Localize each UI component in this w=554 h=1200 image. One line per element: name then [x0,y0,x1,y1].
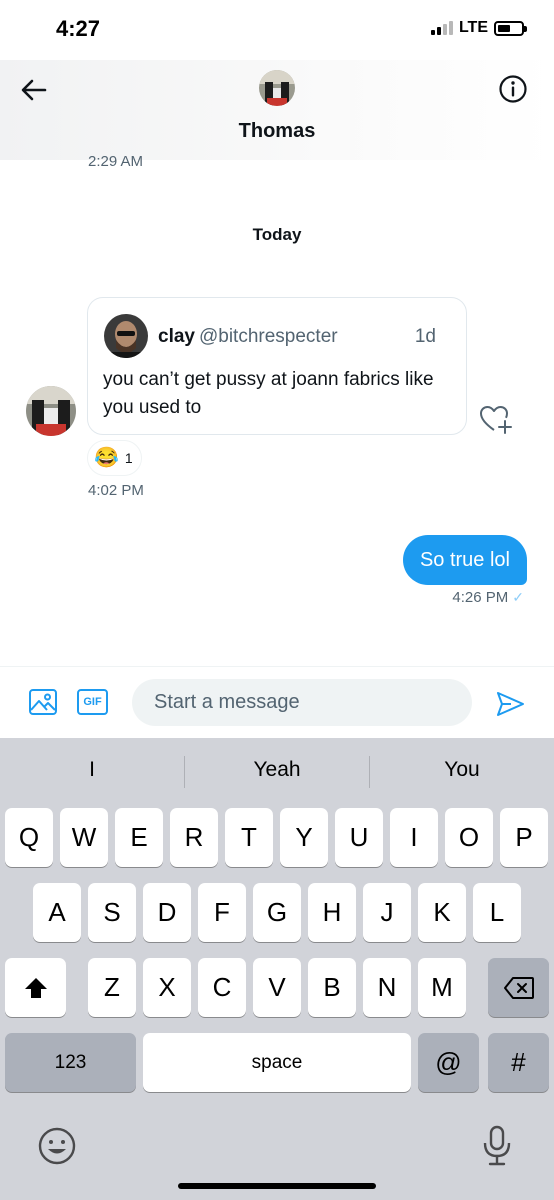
microphone-icon [483,1125,511,1166]
signal-icon [430,21,453,35]
tweet-author: clay @bitchrespecter [158,326,338,348]
key-c[interactable]: C [198,958,246,1017]
key-m[interactable]: M [418,958,466,1017]
suggestion-1[interactable]: I [0,758,184,782]
key-a[interactable]: A [33,883,81,942]
key-q[interactable]: Q [5,808,53,867]
earlier-timestamp: 2:29 AM [88,153,144,170]
key-s[interactable]: S [88,883,136,942]
home-indicator [178,1183,376,1189]
tweet-text: you can’t get pussy at joann fabrics lik… [103,369,434,418]
heart-plus-icon [480,406,512,434]
gif-button[interactable]: GIF [77,689,108,715]
key-l[interactable]: L [473,883,521,942]
key-t[interactable]: T [225,808,273,867]
sender-avatar[interactable] [26,386,76,436]
sent-message-bubble[interactable]: So true lol [402,535,527,585]
key-z[interactable]: Z [88,958,136,1017]
suggestion-2[interactable]: Yeah [185,758,369,782]
key-d[interactable]: D [143,883,191,942]
tweet-age: 1d [414,326,436,347]
tweet-author-avatar[interactable] [104,314,148,358]
message-input[interactable] [132,679,472,726]
suggestion-3[interactable]: You [370,758,554,782]
backspace-key[interactable] [488,958,549,1017]
arrow-left-icon [21,79,47,101]
key-v[interactable]: V [253,958,301,1017]
key-x[interactable]: X [143,958,191,1017]
key-w[interactable]: W [60,808,108,867]
send-button[interactable] [495,689,525,719]
tweet-author-name: clay [158,326,195,347]
message-composer: GIF [0,666,554,738]
dictation-button[interactable] [477,1124,517,1166]
key-b[interactable]: B [308,958,356,1017]
network-label: LTE [458,19,488,36]
onscreen-keyboard: I Yeah You Q W E R T Y U I O P A S D F G… [0,738,554,1200]
numbers-key[interactable]: 123 [5,1033,136,1092]
reaction-badge[interactable]: 😂 1 [87,440,142,476]
image-icon [29,689,57,715]
status-indicators: LTE [430,19,527,37]
battery-icon [494,20,527,36]
key-y[interactable]: Y [280,808,328,867]
backspace-icon [503,977,534,999]
tweet-author-handle: @bitchrespecter [198,326,338,347]
key-u[interactable]: U [335,808,383,867]
key-r[interactable]: R [170,808,218,867]
predictive-bar: I Yeah You [0,738,554,804]
shared-tweet-card[interactable]: clay @bitchrespecter 1d you can’t get pus… [87,297,467,435]
day-divider: Today [252,225,302,244]
received-timestamp: 4:02 PM [88,482,144,499]
space-key[interactable]: space [143,1033,411,1092]
key-e[interactable]: E [115,808,163,867]
sent-timestamp: 4:26 PM [452,589,509,606]
info-button[interactable] [498,74,528,104]
key-o[interactable]: O [445,808,493,867]
hash-key[interactable]: # [488,1033,549,1092]
key-h[interactable]: H [308,883,356,942]
key-k[interactable]: K [418,883,466,942]
emoji-keyboard-button[interactable] [37,1126,77,1166]
shift-key[interactable] [5,958,66,1017]
key-p[interactable]: P [500,808,548,867]
at-key[interactable]: @ [418,1033,479,1092]
checkmark-icon: ✓ [512,589,524,605]
reaction-count: 1 [124,450,133,466]
laughing-emoji-icon: 😂 [94,447,119,469]
back-button[interactable] [20,76,48,104]
key-g[interactable]: G [253,883,301,942]
shift-arrow-icon [24,978,47,998]
key-f[interactable]: F [198,883,246,942]
add-reaction-button[interactable] [478,402,512,436]
status-bar: 4:27 LTE [0,0,554,60]
info-icon [499,75,527,103]
key-i[interactable]: I [390,808,438,867]
status-time: 4:27 [56,16,101,41]
key-j[interactable]: J [363,883,411,942]
contact-avatar[interactable] [259,70,295,106]
key-n[interactable]: N [363,958,411,1017]
send-icon [497,692,524,716]
conversation-header: Thomas [0,60,554,160]
media-button[interactable] [28,687,58,717]
contact-name[interactable]: Thomas [0,120,554,143]
emoji-face-icon [38,1127,76,1165]
sent-message-status: 4:26 PM ✓ [452,589,524,606]
